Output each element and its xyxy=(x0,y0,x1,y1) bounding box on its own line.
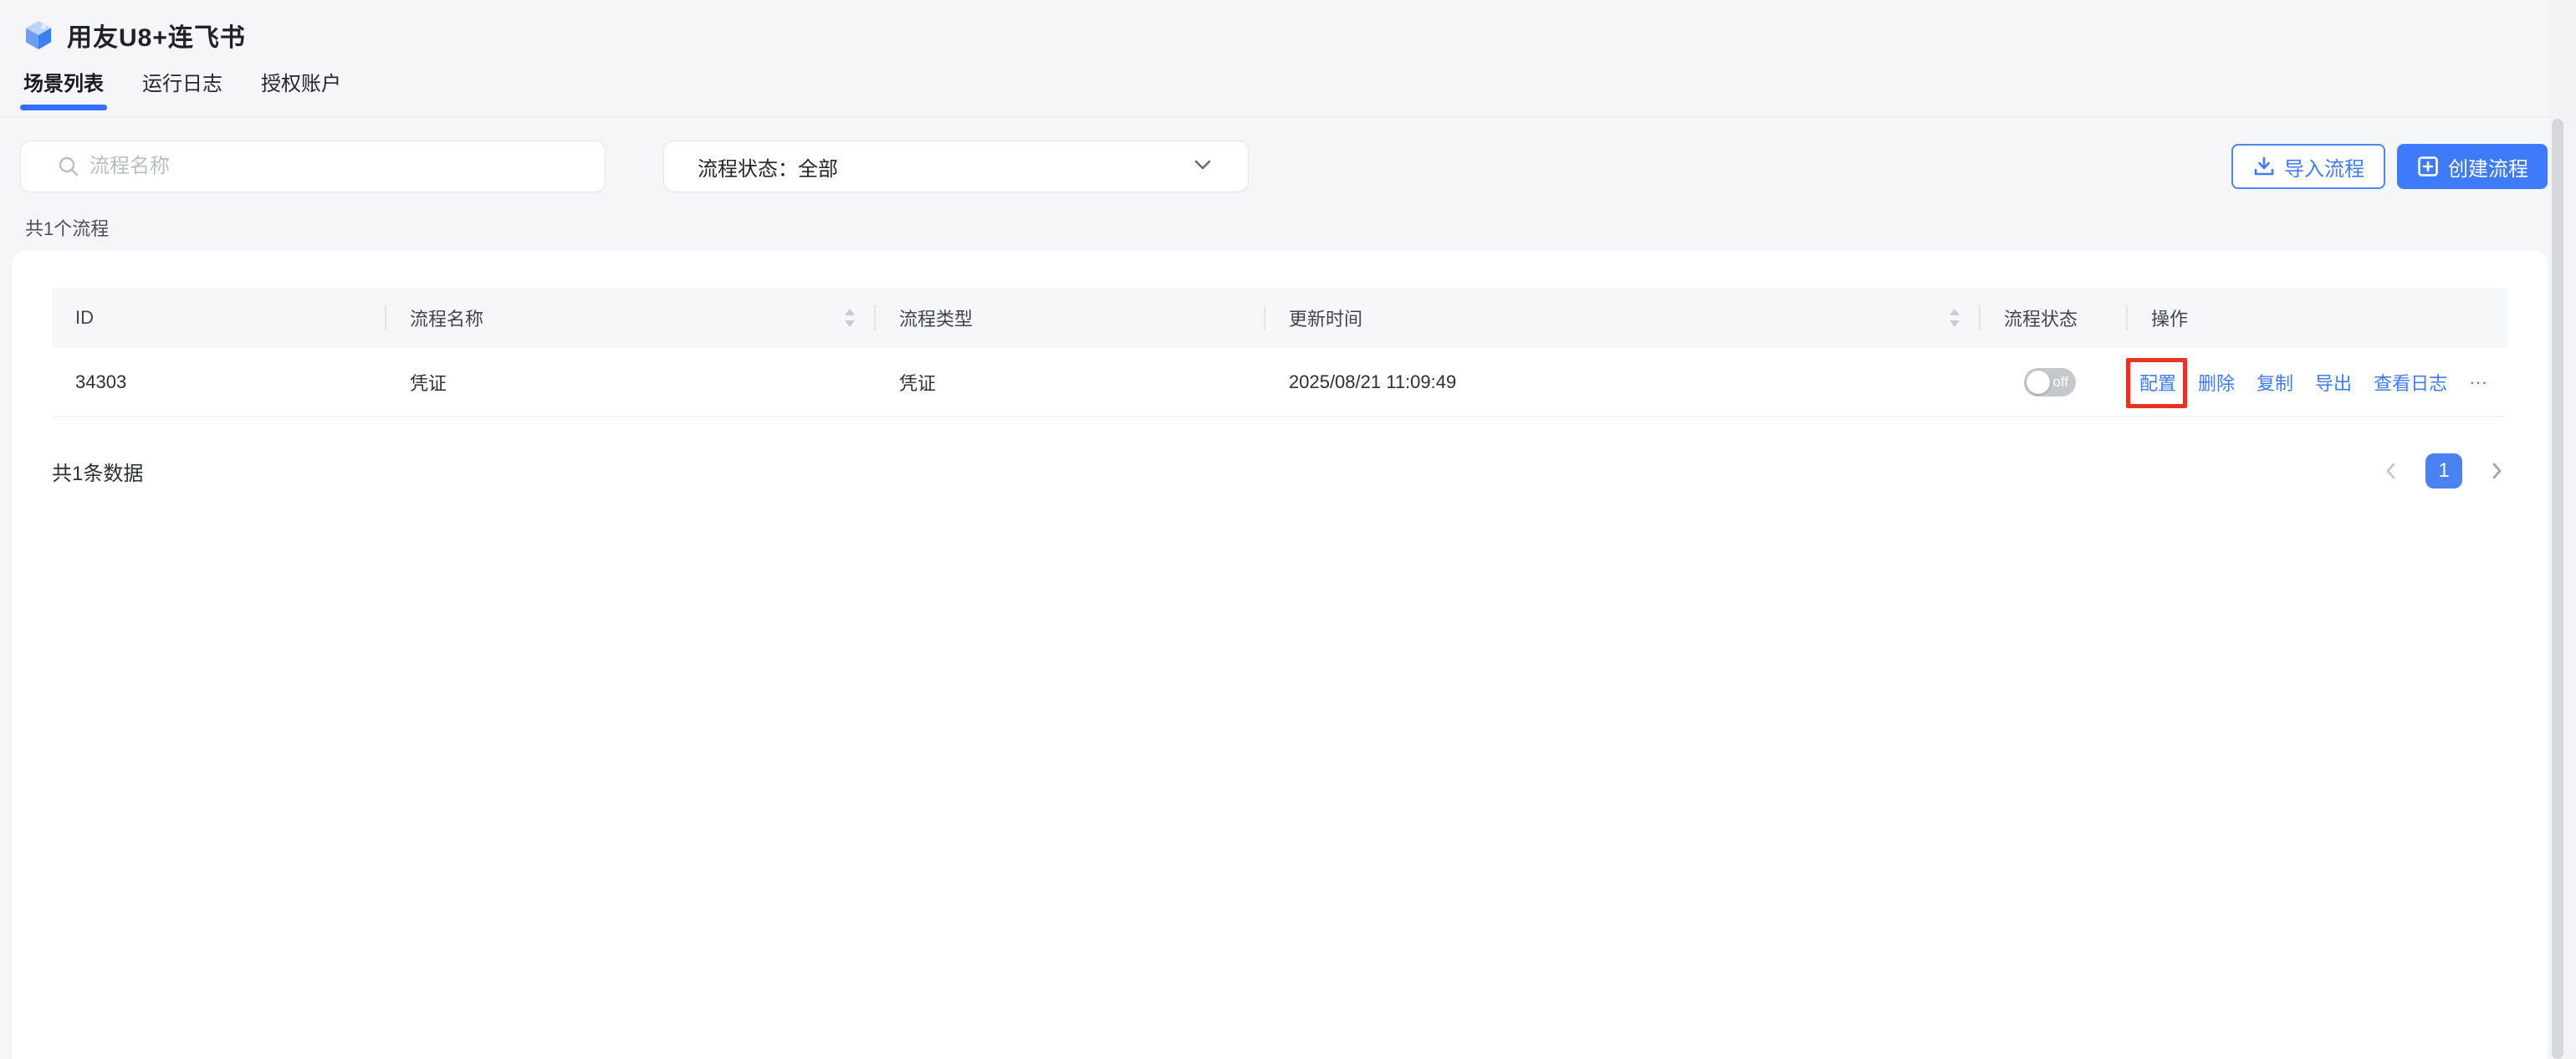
app-logo-icon xyxy=(22,18,55,52)
tab-run-logs[interactable]: 运行日志 xyxy=(142,70,222,116)
column-header-updated: 更新时间 xyxy=(1265,288,1981,348)
column-header-flow-type: 流程类型 xyxy=(876,288,1265,348)
create-flow-label: 创建流程 xyxy=(2448,157,2528,181)
flow-count-summary: 共1个流程 xyxy=(25,218,110,239)
column-header-status: 流程状态 xyxy=(1981,288,2128,348)
action-copy[interactable]: 复制 xyxy=(2257,369,2293,396)
row-updated-time: 2025/08/21 11:09:49 xyxy=(1289,371,1457,392)
pagination: 1 xyxy=(2380,453,2507,489)
scrollbar-thumb[interactable] xyxy=(2552,119,2563,1059)
tab-scene-list[interactable]: 场景列表 xyxy=(20,70,107,116)
more-actions-button[interactable]: ··· xyxy=(2469,371,2487,393)
chevron-down-icon xyxy=(1193,157,1213,176)
row-status-cell: off xyxy=(1981,348,2128,416)
table-footer: 共1条数据 1 xyxy=(52,453,2507,489)
action-view-logs[interactable]: 查看日志 xyxy=(2374,369,2447,396)
row-actions-cell: 配置 删除 复制 导出 查看日志 ··· xyxy=(2126,348,2507,416)
table-row: 34303 凭证 凭证 2025/08/21 11:09:49 off 配置 删… xyxy=(52,348,2507,417)
action-delete[interactable]: 删除 xyxy=(2198,369,2235,396)
row-flow-name: 凭证 xyxy=(410,372,447,394)
toggle-off-label: off xyxy=(2052,373,2068,390)
plus-square-icon xyxy=(2416,155,2440,178)
total-count-label: 共1条数据 xyxy=(52,462,144,485)
page-title: 用友U8+连飞书 xyxy=(67,24,246,52)
status-toggle[interactable]: off xyxy=(2024,367,2076,396)
tab-bar: 场景列表 运行日志 授权账户 xyxy=(0,70,2549,117)
download-tray-icon xyxy=(2252,155,2276,178)
scrollbar-track[interactable] xyxy=(2549,0,2576,1059)
chevron-left-icon[interactable] xyxy=(2380,460,2402,482)
flow-table-card: ID 流程名称 流程类型 更新时间 流程状态 操作 34303 凭证 凭证 20… xyxy=(12,251,2548,1059)
action-export[interactable]: 导出 xyxy=(2315,369,2352,396)
status-filter-select[interactable]: 流程状态：全部 xyxy=(663,141,1249,192)
table-header-row: ID 流程名称 流程类型 更新时间 流程状态 操作 xyxy=(52,288,2507,348)
status-filter-value: 流程状态：全部 xyxy=(698,157,838,181)
sort-carets-icon[interactable] xyxy=(842,306,857,330)
row-flow-type: 凭证 xyxy=(899,372,937,394)
create-flow-button[interactable]: 创建流程 xyxy=(2397,144,2548,189)
action-configure[interactable]: 配置 xyxy=(2126,357,2188,408)
tab-authorized-accounts[interactable]: 授权账户 xyxy=(261,70,341,116)
import-flow-button[interactable]: 导入流程 xyxy=(2231,144,2385,189)
toggle-knob xyxy=(2027,370,2050,394)
column-header-actions: 操作 xyxy=(2151,309,2189,330)
row-id: 34303 xyxy=(75,371,127,392)
import-flow-label: 导入流程 xyxy=(2284,157,2364,181)
search-input[interactable] xyxy=(20,141,606,192)
app-header: 用友U8+连飞书 xyxy=(0,0,2576,70)
column-header-flow-name: 流程名称 xyxy=(386,288,876,348)
column-header-id: ID xyxy=(52,288,386,348)
sort-carets-icon[interactable] xyxy=(1947,306,1962,330)
chevron-right-icon[interactable] xyxy=(2486,460,2507,482)
page-number-current[interactable]: 1 xyxy=(2425,453,2462,489)
filter-toolbar: 流程状态：全部 导入流程 xyxy=(0,141,2576,192)
